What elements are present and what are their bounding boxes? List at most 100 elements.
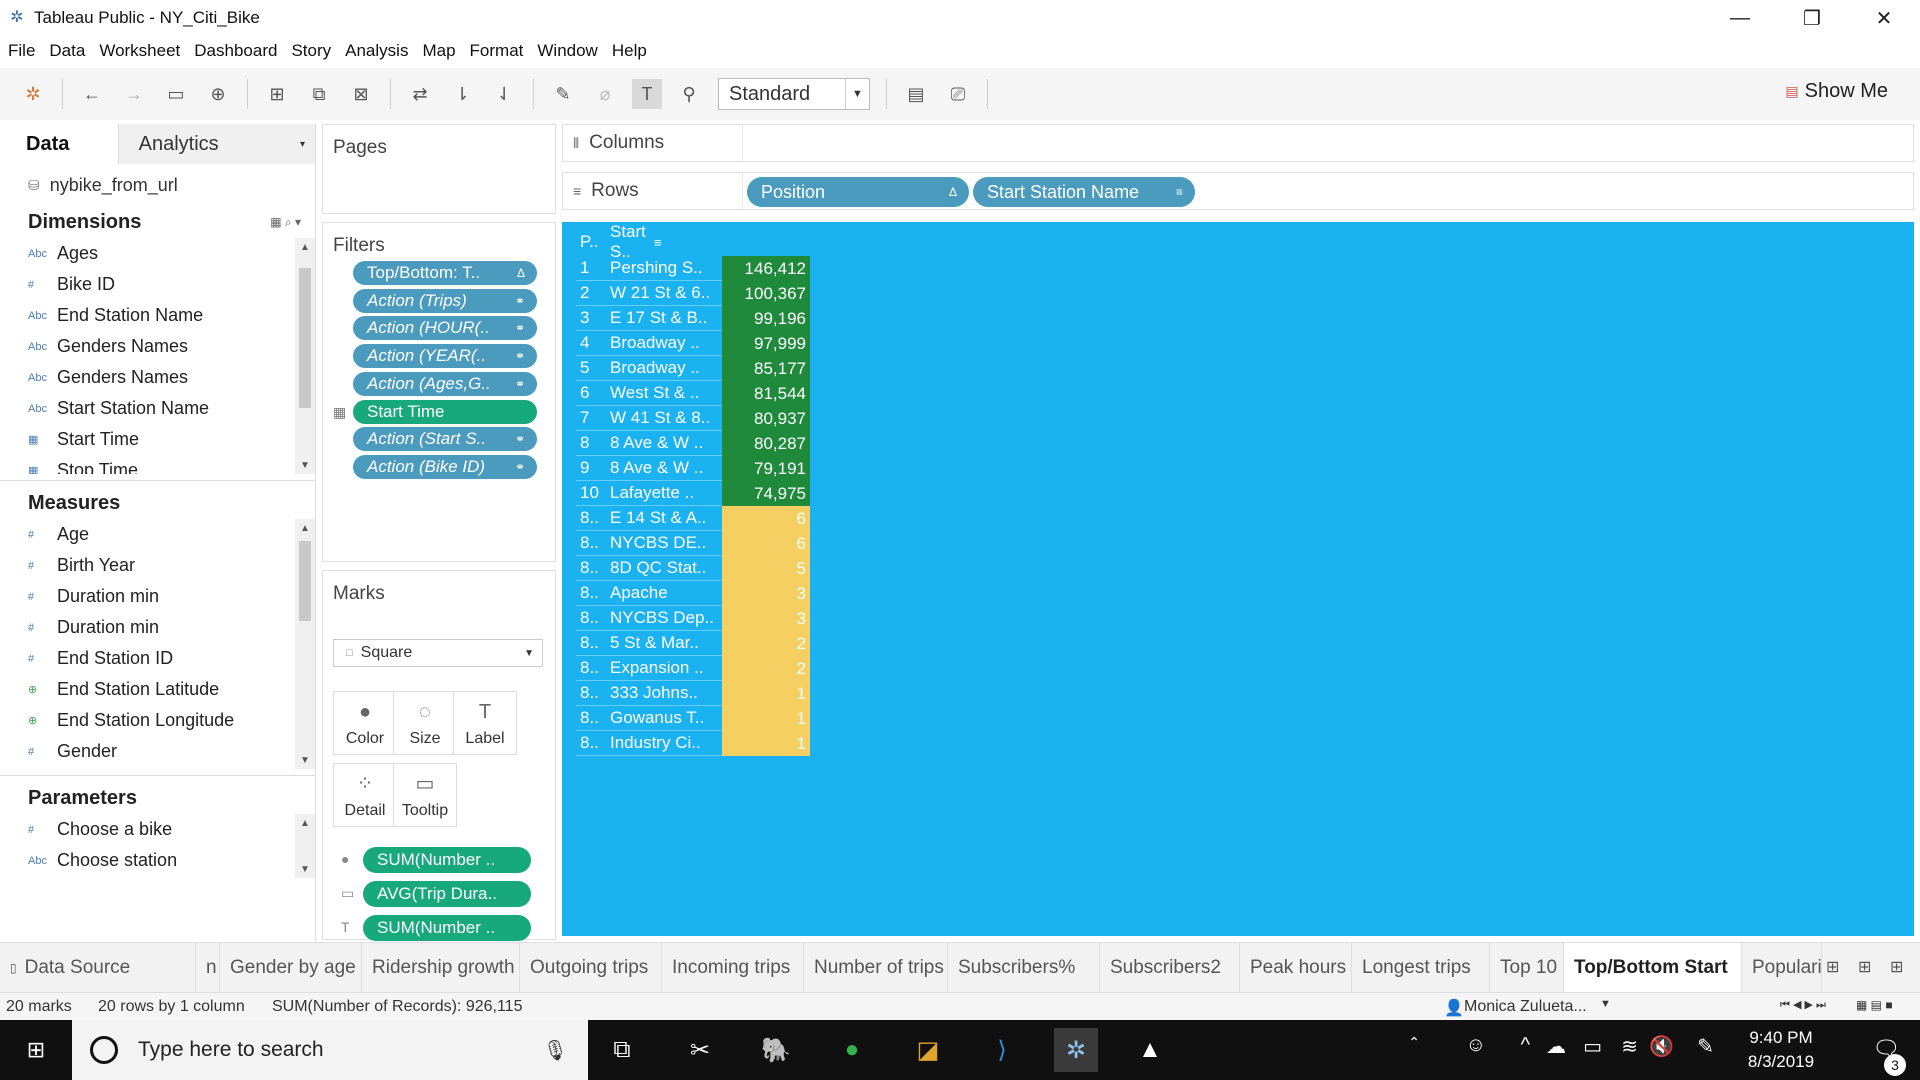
marks-field-pill[interactable]: SUM(Number ..: [363, 847, 531, 873]
new-worksheet-icon[interactable]: ⊞: [1826, 957, 1839, 977]
marks-field-pill[interactable]: AVG(Trip Dura..: [363, 881, 531, 907]
table-row[interactable]: 4 Broadway .. 97,999: [576, 331, 810, 356]
menu-map[interactable]: Map: [422, 41, 455, 61]
parameters-field[interactable]: Abc Choose station: [0, 845, 315, 876]
redo-icon[interactable]: →: [119, 79, 149, 109]
view-mode-icon[interactable]: ▦ ▤ ■: [1856, 998, 1893, 1012]
onedrive-icon[interactable]: ☁: [1546, 1034, 1566, 1059]
filter-pill[interactable]: Start Time: [353, 399, 537, 424]
view-options-icon[interactable]: ▦ ⌕ ▾: [270, 215, 301, 230]
menu-analysis[interactable]: Analysis: [345, 41, 408, 61]
chevron-down-icon[interactable]: ▾: [300, 139, 305, 150]
minimize-button[interactable]: —: [1704, 0, 1776, 36]
dimensions-field[interactable]: Abc Ages: [0, 238, 315, 269]
measures-field[interactable]: # Duration min: [0, 612, 315, 643]
app-icon-tool[interactable]: ◪: [906, 1028, 950, 1072]
scroll-up-icon[interactable]: ▲: [295, 519, 315, 537]
sheet-tab[interactable]: Longest trips: [1352, 943, 1490, 993]
menu-window[interactable]: Window: [537, 41, 597, 61]
pen-icon[interactable]: ✎: [1697, 1034, 1714, 1059]
table-row[interactable]: 8.. Apache 3: [576, 581, 810, 606]
restore-button[interactable]: ❐: [1776, 0, 1848, 36]
table-row[interactable]: 6 West St & .. 81,544: [576, 381, 810, 406]
taskbar-search[interactable]: Type here to search 🎙: [72, 1020, 588, 1080]
swap-icon[interactable]: ⇄: [405, 79, 435, 109]
table-row[interactable]: 8.. NYCBS DE.. 6: [576, 531, 810, 556]
show-labels-icon[interactable]: T: [632, 79, 662, 109]
station-header[interactable]: Start S.. ≡: [610, 222, 662, 261]
mark-type-dropdown[interactable]: □ Square ▼: [333, 639, 543, 667]
sheet-tab[interactable]: Outgoing trips: [520, 943, 662, 993]
scroll-down-icon[interactable]: ▼: [295, 751, 315, 769]
measures-scrollbar[interactable]: ▲ ▼: [295, 519, 315, 769]
clock[interactable]: 9:40 PM 8/3/2019: [1726, 1026, 1836, 1074]
marks-size-button[interactable]: ◌ Size: [393, 691, 457, 755]
filter-pill[interactable]: Action (YEAR(.. ⚭: [353, 344, 537, 369]
dimensions-field[interactable]: ▦ Stop Time: [0, 455, 315, 474]
filter-pill[interactable]: Action (Trips) ⚭: [353, 288, 537, 313]
dimensions-field[interactable]: Abc Genders Names: [0, 362, 315, 393]
volume-muted-icon[interactable]: 🔇: [1649, 1034, 1674, 1059]
chevron-up-icon[interactable]: ⌃: [1408, 1034, 1420, 1051]
measures-field[interactable]: ⊕ End Station Latitude: [0, 674, 315, 705]
new-worksheet-icon[interactable]: ⊞: [262, 79, 292, 109]
table-row[interactable]: 10 Lafayette .. 74,975: [576, 481, 810, 506]
windows-start-icon[interactable]: ⊞: [0, 1020, 72, 1080]
measures-field[interactable]: ⊕ End Station Longitude: [0, 705, 315, 736]
table-row[interactable]: 8.. Gowanus T.. 1: [576, 706, 810, 731]
postgres-icon[interactable]: 🐘: [754, 1028, 798, 1072]
parameters-scrollbar[interactable]: ▲ ▼: [295, 814, 315, 878]
sheet-tab[interactable]: Subscribers%: [948, 943, 1100, 993]
table-row[interactable]: 3 E 17 St & B.. 99,196: [576, 306, 810, 331]
menu-format[interactable]: Format: [470, 41, 524, 61]
battery-icon[interactable]: ▭: [1583, 1034, 1602, 1059]
sheet-tab[interactable]: Gender by age: [220, 943, 362, 993]
sort-icon[interactable]: ≡: [654, 235, 662, 250]
user-name[interactable]: Monica Zulueta...: [1464, 998, 1587, 1016]
fix-axes-icon[interactable]: ⚲: [674, 79, 704, 109]
marks-label-button[interactable]: T Label: [453, 691, 517, 755]
table-row[interactable]: 8.. 8D QC Stat.. 5: [576, 556, 810, 581]
new-story-icon[interactable]: ⊞: [1890, 957, 1903, 977]
table-row[interactable]: 9 8 Ave & W .. 79,191: [576, 456, 810, 481]
clear-sheet-icon[interactable]: ⊠: [346, 79, 376, 109]
menu-story[interactable]: Story: [291, 41, 331, 61]
new-dashboard-icon[interactable]: ⊞: [1858, 957, 1871, 977]
measures-field[interactable]: # Duration min: [0, 581, 315, 612]
measures-field[interactable]: # End Station ID: [0, 643, 315, 674]
menu-dashboard[interactable]: Dashboard: [194, 41, 277, 61]
scroll-down-icon[interactable]: ▼: [295, 456, 315, 474]
measures-field[interactable]: # Age: [0, 519, 315, 550]
scroll-thumb[interactable]: [299, 541, 311, 621]
dimensions-field[interactable]: ▦ Start Time: [0, 424, 315, 455]
tab-data[interactable]: Data: [0, 124, 118, 164]
rows-pill[interactable]: Position Δ: [747, 177, 969, 207]
sheet-tab[interactable]: Subscribers2: [1100, 943, 1240, 993]
table-row[interactable]: 8.. E 14 St & A.. 6: [576, 506, 810, 531]
marks-tooltip-button[interactable]: ▭ Tooltip: [393, 763, 457, 827]
sheet-tab[interactable]: Populari: [1742, 943, 1822, 993]
table-row[interactable]: 5 Broadway .. 85,177: [576, 356, 810, 381]
mongodb-icon[interactable]: ●: [830, 1028, 874, 1072]
save-icon[interactable]: ▭: [161, 79, 191, 109]
table-row[interactable]: 8 8 Ave & W .. 80,287: [576, 431, 810, 456]
sheet-tab[interactable]: ▯ Data Source: [0, 943, 196, 993]
app-icon-snipping[interactable]: ✂: [678, 1028, 722, 1072]
people-icon[interactable]: ☺: [1466, 1034, 1486, 1057]
sheet-tab[interactable]: n: [196, 943, 220, 993]
wifi-icon[interactable]: ≋: [1621, 1034, 1638, 1059]
menu-help[interactable]: Help: [612, 41, 647, 61]
sheet-tab[interactable]: Peak hours: [1240, 943, 1352, 993]
menu-worksheet[interactable]: Worksheet: [99, 41, 180, 61]
tab-analytics[interactable]: Analytics ▾: [117, 124, 315, 164]
highlight-icon[interactable]: ✎: [548, 79, 578, 109]
filter-pill[interactable]: Action (Ages,G.. ⚭: [353, 371, 537, 396]
tableau-icon[interactable]: ✲: [1054, 1028, 1098, 1072]
dimensions-field[interactable]: Abc End Station Name: [0, 300, 315, 331]
columns-shelf[interactable]: ⦀ Columns: [562, 124, 1914, 162]
fit-dropdown[interactable]: Standard ▼: [718, 78, 870, 110]
marks-field-pill[interactable]: SUM(Number ..: [363, 915, 531, 941]
table-row[interactable]: 8.. 5 St & Mar.. 2: [576, 631, 810, 656]
dimensions-scrollbar[interactable]: ▲ ▼: [295, 238, 315, 474]
scroll-down-icon[interactable]: ▼: [295, 860, 315, 878]
